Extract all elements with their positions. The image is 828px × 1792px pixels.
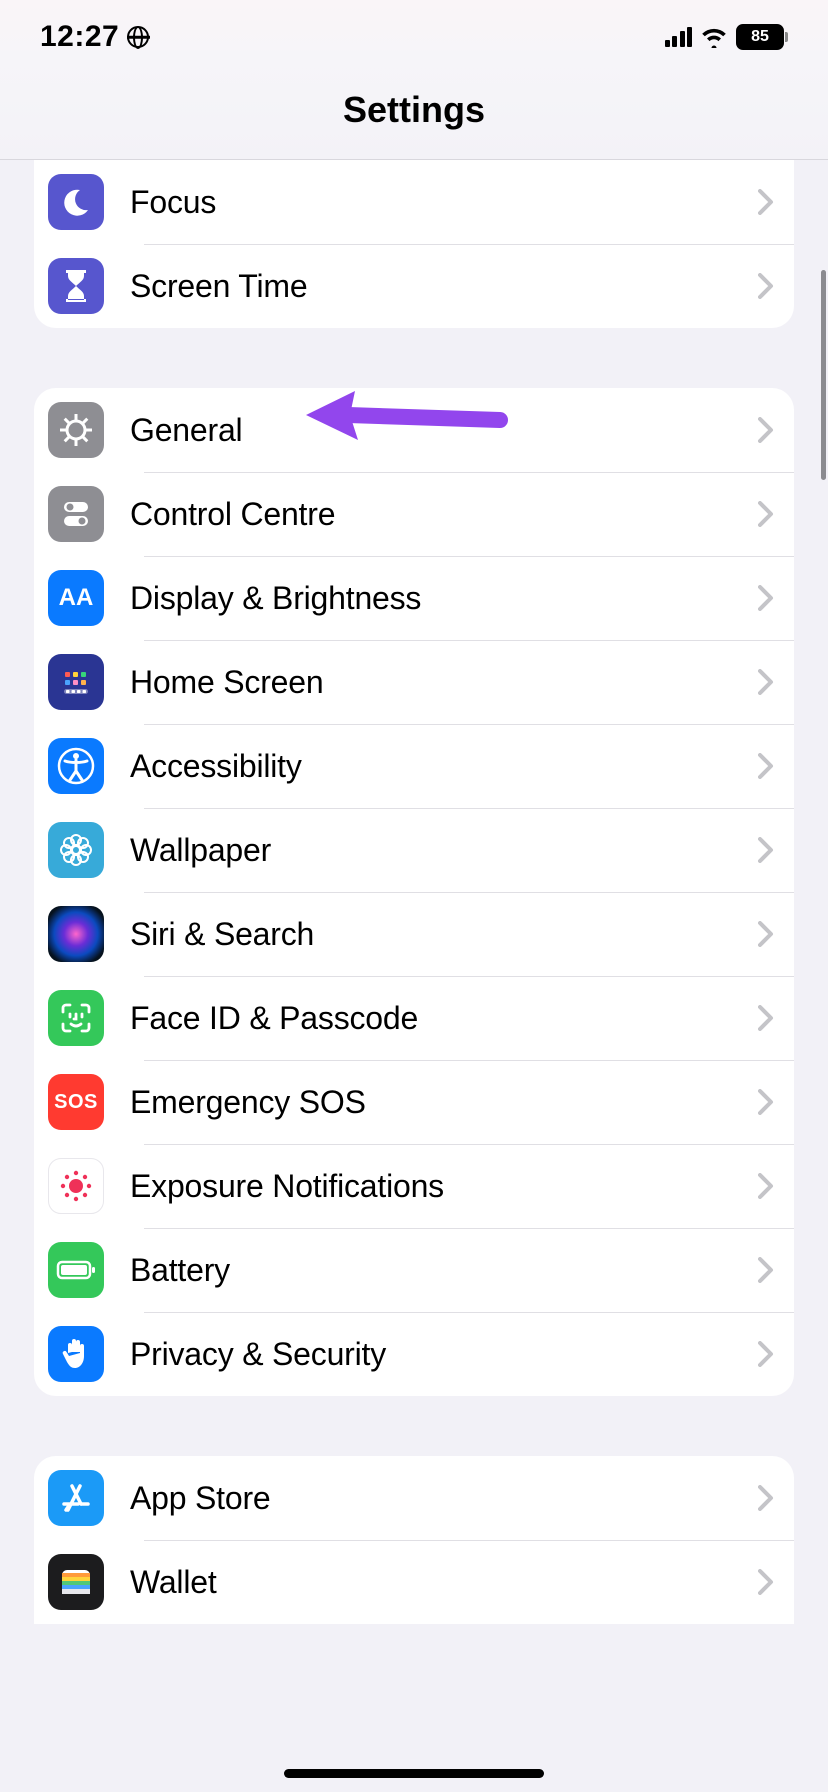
chevron-right-icon xyxy=(758,1005,774,1031)
settings-row-general[interactable]: General xyxy=(34,388,794,472)
battery-icon xyxy=(48,1242,104,1298)
settings-list[interactable]: Focus Screen Time General Control Centre xyxy=(0,160,828,1624)
toggles-icon xyxy=(48,486,104,542)
row-label: Focus xyxy=(130,184,758,221)
chevron-right-icon xyxy=(758,1341,774,1367)
page-title: Settings xyxy=(343,89,485,131)
flower-icon xyxy=(48,822,104,878)
settings-group: Focus Screen Time xyxy=(34,160,794,328)
sos-icon: SOS xyxy=(48,1074,104,1130)
row-label: General xyxy=(130,412,758,449)
settings-row-home-screen[interactable]: Home Screen xyxy=(34,640,794,724)
chevron-right-icon xyxy=(758,1569,774,1595)
siri-icon xyxy=(48,906,104,962)
chevron-right-icon xyxy=(758,1257,774,1283)
chevron-right-icon xyxy=(758,837,774,863)
row-label: Emergency SOS xyxy=(130,1084,758,1121)
sos-label: SOS xyxy=(54,1091,98,1114)
row-label: Wallpaper xyxy=(130,832,758,869)
status-time: 12:27 xyxy=(40,20,119,54)
face-id-icon xyxy=(48,990,104,1046)
settings-row-accessibility[interactable]: Accessibility xyxy=(34,724,794,808)
battery-icon: 85 xyxy=(736,24,788,50)
settings-row-control-centre[interactable]: Control Centre xyxy=(34,472,794,556)
status-left: 12:27 xyxy=(40,20,149,54)
chevron-right-icon xyxy=(758,1485,774,1511)
chevron-right-icon xyxy=(758,273,774,299)
row-label: Accessibility xyxy=(130,748,758,785)
row-label: Battery xyxy=(130,1252,758,1289)
chevron-right-icon xyxy=(758,669,774,695)
row-label: Siri & Search xyxy=(130,916,758,953)
exposure-icon xyxy=(48,1158,104,1214)
wallet-icon xyxy=(48,1554,104,1610)
settings-row-screen-time[interactable]: Screen Time xyxy=(34,244,794,328)
status-right: 85 xyxy=(665,24,789,50)
scroll-indicator[interactable] xyxy=(821,270,826,480)
settings-row-battery[interactable]: Battery xyxy=(34,1228,794,1312)
home-indicator[interactable] xyxy=(284,1769,544,1778)
accessibility-icon xyxy=(48,738,104,794)
settings-group: General Control Centre AA Display & Brig… xyxy=(34,388,794,1396)
row-label: Home Screen xyxy=(130,664,758,701)
row-label: Screen Time xyxy=(130,268,758,305)
row-label: Wallet xyxy=(130,1564,758,1601)
settings-row-wallet[interactable]: Wallet xyxy=(34,1540,794,1624)
status-bar: 12:27 85 xyxy=(0,0,828,60)
nav-header: Settings xyxy=(0,60,828,160)
hand-icon xyxy=(48,1326,104,1382)
settings-row-face-id-passcode[interactable]: Face ID & Passcode xyxy=(34,976,794,1060)
settings-row-siri-search[interactable]: Siri & Search xyxy=(34,892,794,976)
home-grid-icon xyxy=(48,654,104,710)
app-store-icon xyxy=(48,1470,104,1526)
row-label: Control Centre xyxy=(130,496,758,533)
settings-row-privacy-security[interactable]: Privacy & Security xyxy=(34,1312,794,1396)
row-label: Face ID & Passcode xyxy=(130,1000,758,1037)
text-size-icon: AA xyxy=(48,570,104,626)
chevron-right-icon xyxy=(758,753,774,779)
settings-row-focus[interactable]: Focus xyxy=(34,160,794,244)
cellular-signal-icon xyxy=(665,27,693,47)
chevron-right-icon xyxy=(758,585,774,611)
wifi-icon xyxy=(700,26,728,48)
chevron-right-icon xyxy=(758,417,774,443)
chevron-right-icon xyxy=(758,1173,774,1199)
settings-row-exposure-notifications[interactable]: Exposure Notifications xyxy=(34,1144,794,1228)
chevron-right-icon xyxy=(758,501,774,527)
settings-row-display-brightness[interactable]: AA Display & Brightness xyxy=(34,556,794,640)
settings-row-app-store[interactable]: App Store xyxy=(34,1456,794,1540)
row-label: App Store xyxy=(130,1480,758,1517)
gear-icon xyxy=(48,402,104,458)
row-label: Exposure Notifications xyxy=(130,1168,758,1205)
hourglass-icon xyxy=(48,258,104,314)
settings-row-emergency-sos[interactable]: SOS Emergency SOS xyxy=(34,1060,794,1144)
moon-icon xyxy=(48,174,104,230)
globe-icon xyxy=(127,26,149,48)
chevron-right-icon xyxy=(758,1089,774,1115)
chevron-right-icon xyxy=(758,921,774,947)
settings-row-wallpaper[interactable]: Wallpaper xyxy=(34,808,794,892)
aa-label: AA xyxy=(59,584,94,612)
chevron-right-icon xyxy=(758,189,774,215)
row-label: Privacy & Security xyxy=(130,1336,758,1373)
row-label: Display & Brightness xyxy=(130,580,758,617)
settings-group: App Store Wallet xyxy=(34,1456,794,1624)
battery-percent: 85 xyxy=(751,28,769,46)
